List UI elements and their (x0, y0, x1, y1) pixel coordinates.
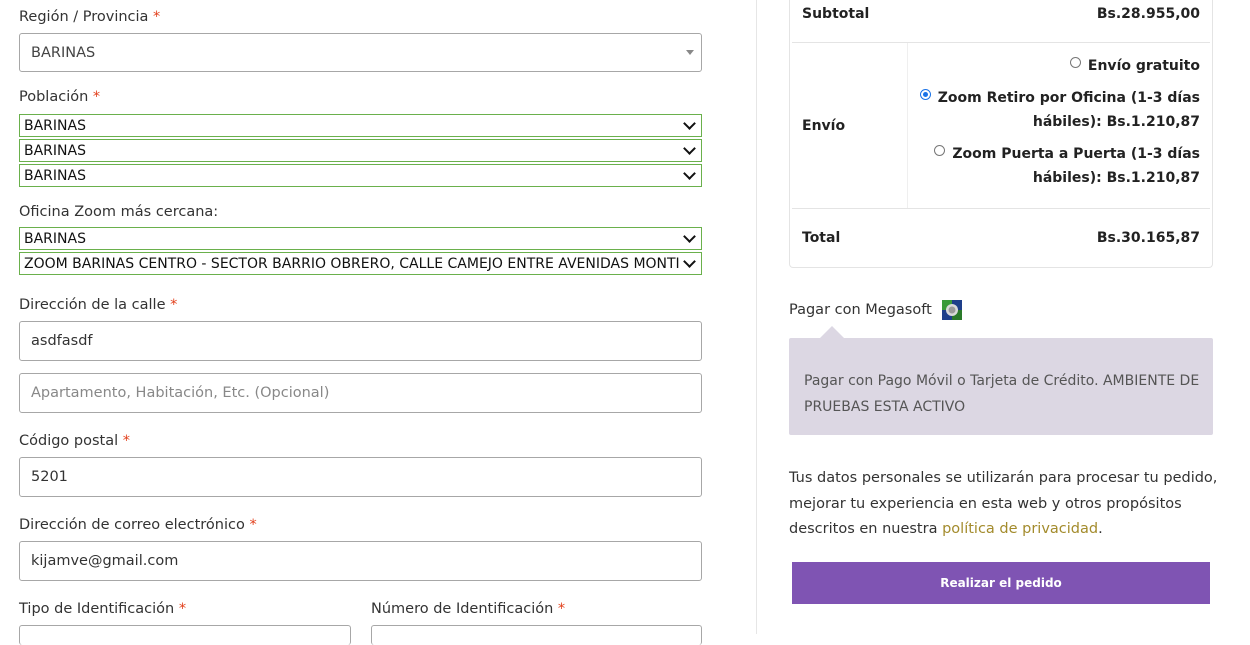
shipping-option-retiro[interactable]: Zoom Retiro por Oficina (1-3 días hábile… (919, 86, 1200, 134)
poblacion-select-1[interactable]: BARINAS (19, 114, 702, 137)
subtotal-label: Subtotal (802, 6, 870, 22)
privacy-policy-link[interactable]: política de privacidad (942, 521, 1098, 537)
total-label: Total (802, 230, 841, 246)
place-order-button[interactable]: Realizar el pedido (792, 562, 1210, 604)
description-arrow (820, 326, 844, 338)
region-label: Región / Provincia * (19, 9, 161, 25)
shipping-option-puerta[interactable]: Zoom Puerta a Puerta (1-3 días hábiles):… (934, 142, 1200, 190)
shipping-option-free[interactable]: Envío gratuito (1069, 54, 1200, 78)
order-table (789, 0, 1213, 268)
row-divider (792, 208, 1210, 209)
dropdown-caret-icon (686, 50, 694, 55)
street-input[interactable]: asdfasdf (19, 321, 702, 361)
radio-button[interactable] (934, 144, 946, 156)
email-input[interactable]: kijamve@gmail.com (19, 541, 702, 581)
oficina-city-select[interactable]: BARINAS (19, 227, 702, 250)
id-number-label: Número de Identificación * (371, 601, 566, 617)
megasoft-logo-icon (941, 300, 962, 320)
poblacion-select-3[interactable]: BARINAS (19, 164, 702, 187)
chevron-down-icon (683, 142, 696, 155)
payment-method-megasoft[interactable]: Pagar con Megasoft (789, 300, 962, 320)
cell-divider (907, 43, 908, 208)
oficina-label: Oficina Zoom más cercana: (19, 204, 219, 220)
chevron-down-icon (683, 255, 696, 268)
chevron-down-icon (683, 230, 696, 243)
street2-input[interactable]: Apartamento, Habitación, Etc. (Opcional) (19, 373, 702, 413)
postal-input[interactable]: 5201 (19, 457, 702, 497)
radio-button-selected[interactable] (919, 88, 931, 100)
privacy-notice: Tus datos personales se utilizarán para … (789, 470, 1218, 537)
payment-description: Pagar con Pago Móvil o Tarjeta de Crédit… (804, 373, 1200, 415)
street-label: Dirección de la calle * (19, 297, 178, 313)
row-divider (792, 42, 1210, 43)
chevron-down-icon (683, 167, 696, 180)
poblacion-select-2[interactable]: BARINAS (19, 139, 702, 162)
id-type-label: Tipo de Identificación * (19, 601, 187, 617)
oficina-office-select[interactable]: ZOOM BARINAS CENTRO - SECTOR BARRIO OBRE… (19, 252, 702, 275)
radio-button[interactable] (1069, 56, 1081, 68)
chevron-down-icon (683, 117, 696, 130)
payment-description-box: Pagar con Pago Móvil o Tarjeta de Crédit… (789, 338, 1213, 435)
region-select[interactable]: BARINAS (19, 33, 702, 72)
id-type-select[interactable] (19, 625, 351, 645)
column-divider (756, 0, 757, 634)
email-label: Dirección de correo electrónico * (19, 517, 257, 533)
id-number-input[interactable] (371, 625, 702, 645)
total-value: Bs.30.165,87 (1096, 230, 1200, 246)
subtotal-value: Bs.28.955,00 (1096, 6, 1200, 22)
envio-label: Envío (802, 118, 846, 134)
poblacion-label: Población * (19, 89, 101, 105)
postal-label: Código postal * (19, 433, 131, 449)
